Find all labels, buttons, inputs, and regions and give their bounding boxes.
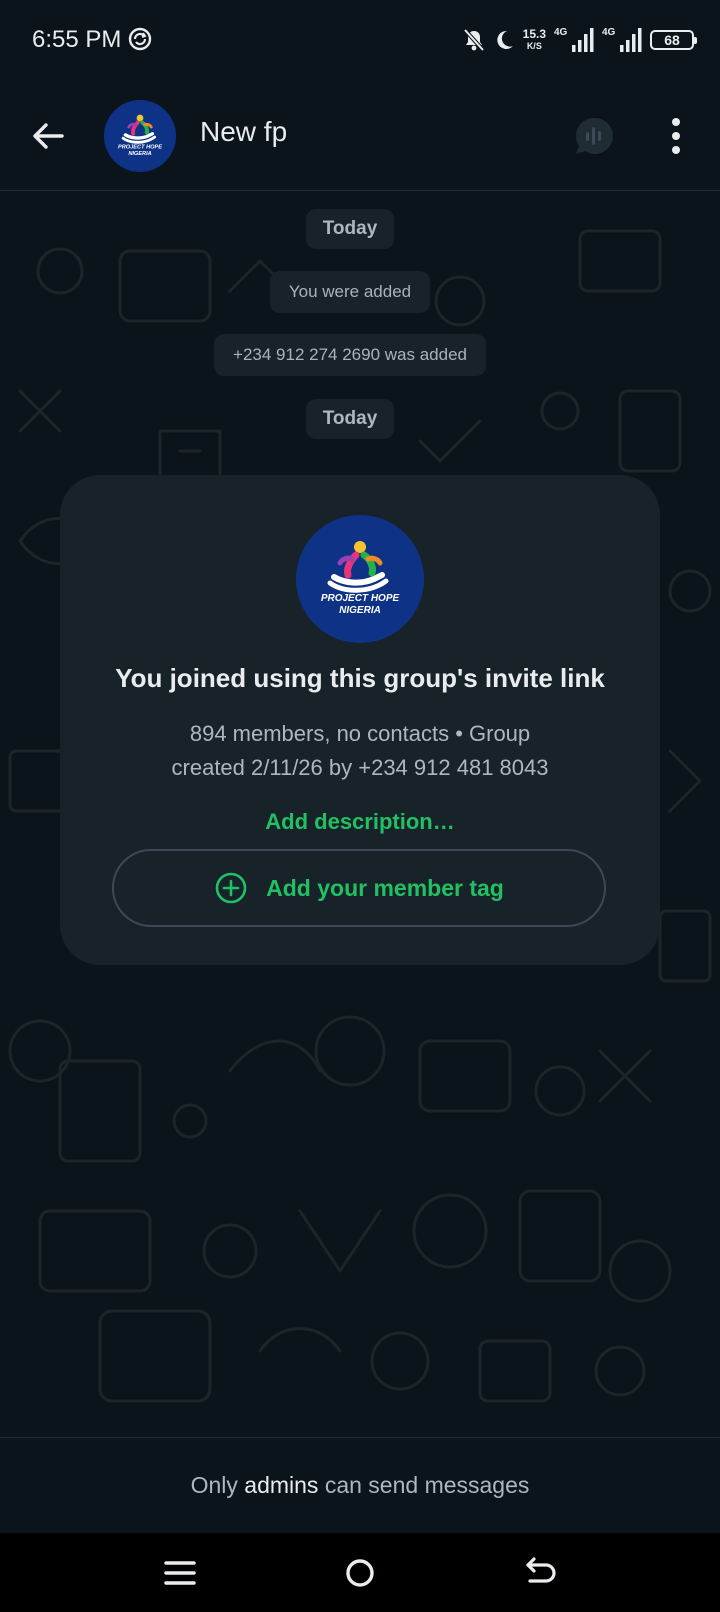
invite-link-title: You joined using this group's invite lin… [115,663,605,693]
sync-icon [128,27,152,51]
battery-indicator: 68 [650,30,697,50]
network-speed-unit: K/S [526,41,542,51]
battery-level: 68 [664,32,680,48]
voice-chat-icon[interactable] [572,114,616,158]
project-hope-logo-icon: PROJECT HOPE NIGERIA [296,515,424,643]
avatar-line1: PROJECT HOPE [118,144,162,150]
network-speed-value: 15.3 [522,27,546,41]
network-speed: 15.3 K/S [523,28,546,52]
system-nav-bar [0,1533,720,1612]
group-avatar-large[interactable]: PROJECT HOPE NIGERIA [296,515,424,643]
home-icon[interactable] [338,1551,382,1595]
group-meta: 894 members, no contacts • Group created… [100,717,620,785]
admins-link[interactable]: admins [244,1472,318,1498]
system-message: +234 912 274 2690 was added [214,334,486,376]
back-nav-icon[interactable] [518,1551,562,1595]
chat-area[interactable]: Today You were added +234 912 274 2690 w… [0,191,720,1436]
more-options-icon[interactable] [660,114,692,158]
network-type-1: 4G [554,27,568,38]
do-not-disturb-moon-icon [496,30,513,49]
chat-header: PROJECT HOPE NIGERIA New fp [0,80,720,191]
date-separator: Today [306,399,394,439]
signal-sim2: 4G [602,27,642,53]
group-meta-line1: 894 members, no contacts • Group [189,721,531,746]
admin-only-notice: Only admins can send messages [0,1437,720,1534]
avatar-line1: PROJECT HOPE [321,593,400,604]
network-type-2: 4G [602,27,616,38]
back-arrow-icon[interactable] [24,112,72,160]
signal-sim1: 4G [554,27,594,53]
add-member-tag-button[interactable]: Add your member tag [112,849,606,927]
status-bar: 6:55 PM 15.3 K/S 4G 4G 68 [0,0,720,80]
avatar-line2: NIGERIA [339,605,381,616]
system-message: You were added [270,271,430,313]
add-member-tag-label: Add your member tag [266,874,504,901]
status-time: 6:55 PM [32,26,122,53]
notifications-muted-icon [463,28,485,52]
footer-text-before: Only [190,1472,245,1498]
group-meta-line2: created 2/11/26 by +234 912 481 8043 [171,755,549,780]
date-separator: Today [306,209,394,249]
footer-text-after: can send messages [318,1472,530,1498]
group-name[interactable]: New fp [200,116,287,148]
project-hope-logo-icon: PROJECT HOPE NIGERIA [104,100,176,172]
admin-only-text: Only admins can send messages [191,1472,530,1499]
add-circle-icon [215,872,247,904]
recent-apps-icon[interactable] [158,1551,202,1595]
avatar-line2: NIGERIA [128,151,151,157]
group-avatar[interactable]: PROJECT HOPE NIGERIA [104,100,176,172]
add-description-link[interactable]: Add description… [60,809,660,835]
status-indicators: 15.3 K/S 4G 4G 68 [463,22,697,58]
group-info-card: PROJECT HOPE NIGERIA You joined using th… [60,475,660,965]
